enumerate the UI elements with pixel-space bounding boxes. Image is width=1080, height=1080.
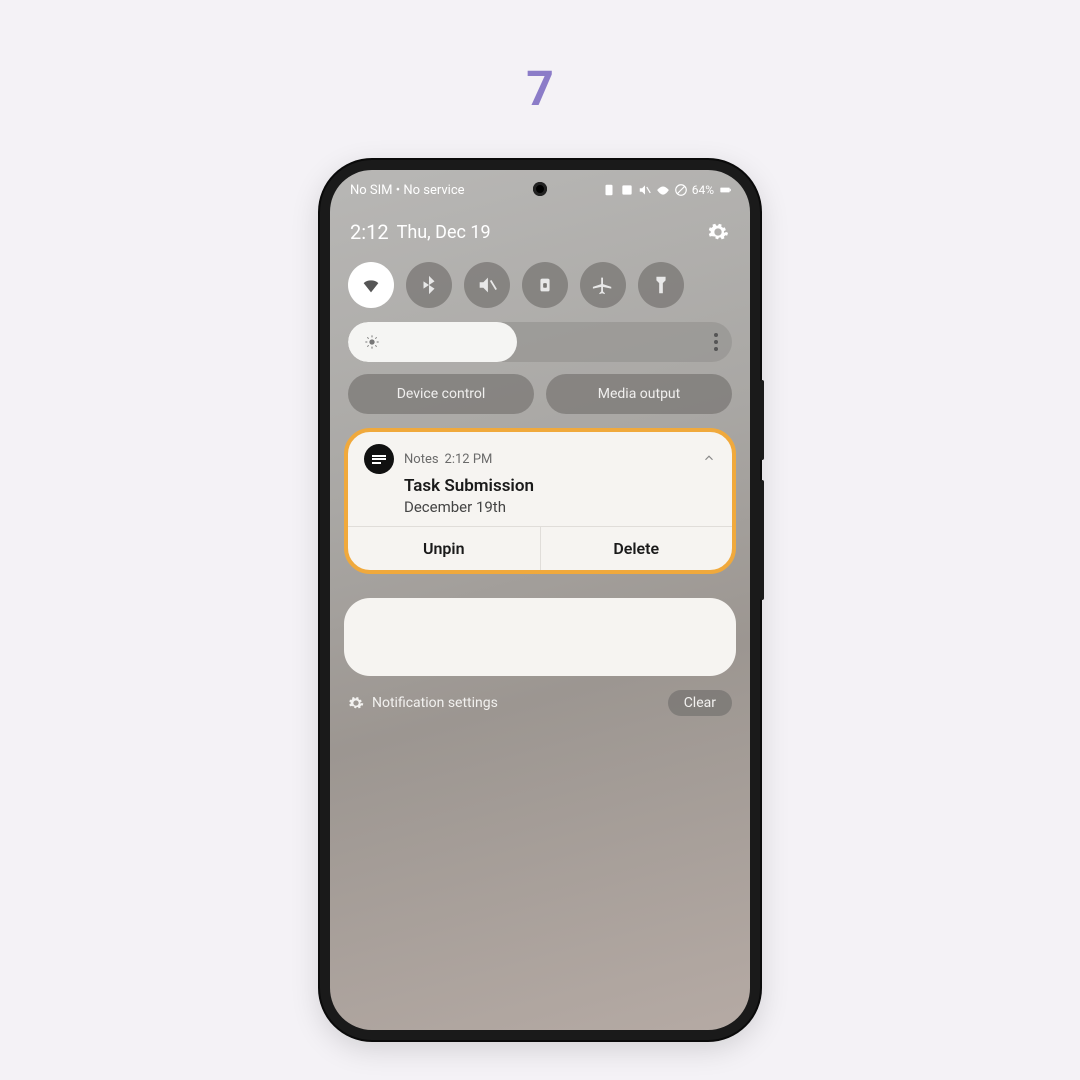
notes-app-icon (364, 444, 394, 474)
sun-icon (364, 334, 380, 350)
notification-card[interactable]: Notes 2:12 PM Task Submission December 1… (344, 428, 736, 574)
delete-button[interactable]: Delete (540, 527, 733, 570)
gear-icon (348, 695, 364, 711)
clock-date: Thu, Dec 19 (397, 222, 491, 243)
nfc-icon (620, 183, 634, 197)
qs-flashlight[interactable] (638, 262, 684, 308)
wifi-icon (360, 274, 382, 296)
collapse-button[interactable] (702, 450, 716, 469)
qs-mute[interactable] (464, 262, 510, 308)
bluetooth-icon (418, 274, 440, 296)
chevron-up-icon (702, 451, 716, 465)
media-output-button[interactable]: Media output (546, 374, 732, 414)
mute-icon (638, 183, 652, 197)
front-camera (533, 182, 547, 196)
unpin-button[interactable]: Unpin (348, 527, 540, 570)
control-pill-row: Device control Media output (348, 374, 732, 414)
shade-footer: Notification settings Clear (348, 690, 732, 716)
no-signal-icon (674, 183, 688, 197)
notification-time: 2:12 PM (445, 452, 493, 467)
phone-screen: No SIM • No service 64% 2:12 Thu, Dec 19 (330, 170, 750, 1030)
brightness-slider[interactable] (348, 322, 732, 362)
qs-rotation-lock[interactable] (522, 262, 568, 308)
notification-body: December 19th (404, 498, 716, 516)
flashlight-icon (650, 274, 672, 296)
qs-bluetooth[interactable] (406, 262, 452, 308)
notification-app-name: Notes (404, 452, 439, 467)
device-control-button[interactable]: Device control (348, 374, 534, 414)
notification-settings-link[interactable]: Notification settings (372, 695, 498, 711)
mute-icon (476, 274, 498, 296)
brightness-more-button[interactable] (714, 333, 718, 351)
status-icons: 64% (602, 183, 732, 197)
quick-settings (330, 262, 750, 308)
clock-row: 2:12 Thu, Dec 19 (330, 220, 750, 244)
clock-time: 2:12 (350, 220, 389, 244)
notification-card-empty[interactable] (344, 598, 736, 676)
battery-icon (718, 183, 732, 197)
wifi-icon (656, 183, 670, 197)
phone-frame: No SIM • No service 64% 2:12 Thu, Dec 19 (320, 160, 760, 1040)
brightness-fill (348, 322, 517, 362)
qs-wifi[interactable] (348, 262, 394, 308)
airplane-icon (592, 274, 614, 296)
clear-button[interactable]: Clear (668, 690, 732, 716)
status-text: No SIM • No service (350, 183, 602, 198)
battery-saver-icon (602, 183, 616, 197)
step-number: 7 (526, 60, 554, 117)
settings-button[interactable] (706, 220, 730, 244)
rotation-lock-icon (534, 274, 556, 296)
notification-title: Task Submission (404, 476, 716, 496)
battery-percent: 64% (692, 183, 714, 197)
qs-airplane[interactable] (580, 262, 626, 308)
gear-icon (707, 221, 729, 243)
